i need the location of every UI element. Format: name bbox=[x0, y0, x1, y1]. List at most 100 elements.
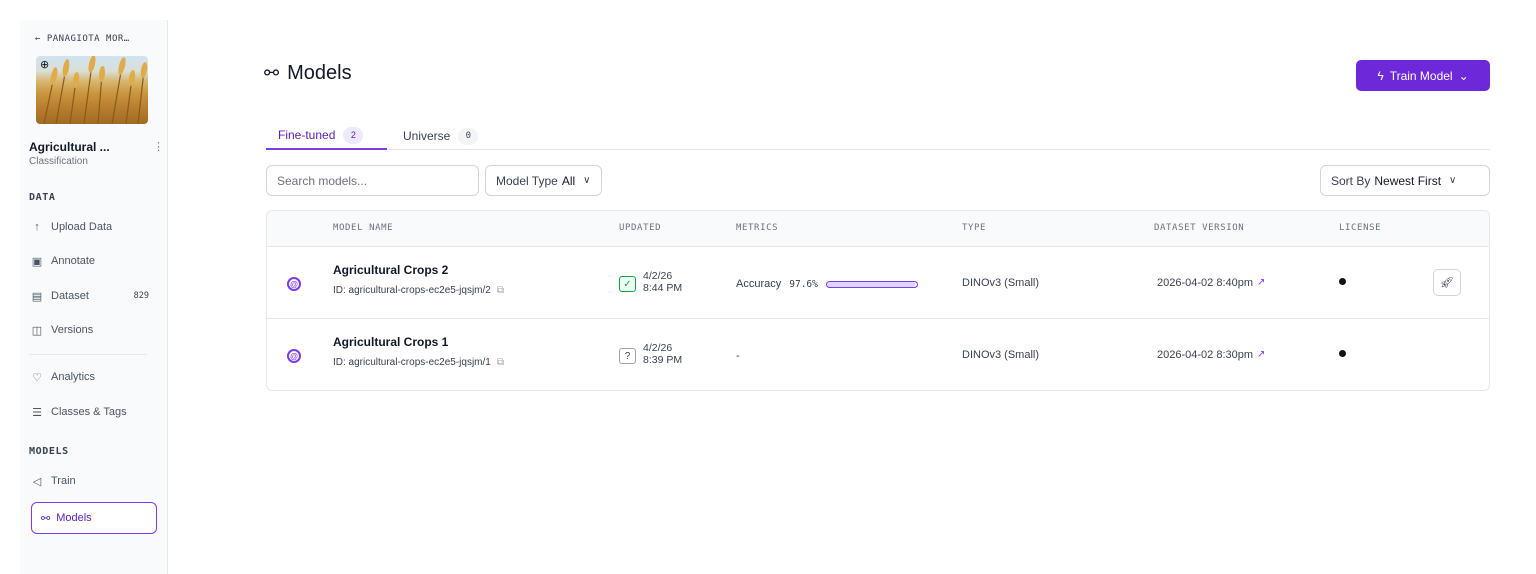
sidebar-divider bbox=[29, 354, 147, 355]
chevron-down-icon: ∨ bbox=[1449, 175, 1457, 186]
sort-select[interactable]: Sort By Newest First ∨ bbox=[1320, 165, 1490, 196]
dataset-count-badge: 829 bbox=[133, 291, 149, 301]
upload-icon: ↑ bbox=[34, 221, 40, 233]
sidebar-item-analytics[interactable]: ♡ Analytics bbox=[29, 366, 149, 388]
license-dot bbox=[1339, 350, 1346, 357]
tab-label: Universe bbox=[403, 129, 451, 143]
wheat-field-image bbox=[43, 56, 148, 124]
train-model-button[interactable]: ϟ Train Model ⌄ bbox=[1356, 60, 1490, 91]
train-model-label: Train Model bbox=[1389, 68, 1453, 83]
sort-label: Sort By bbox=[1331, 173, 1371, 188]
sidebar-item-label: Classes & Tags bbox=[51, 406, 127, 418]
table-header: MODEL NAME UPDATED METRICS TYPE DATASET … bbox=[267, 211, 1489, 247]
model-name[interactable]: Agricultural Crops 1 bbox=[333, 335, 448, 349]
sidebar-item-train[interactable]: ◁ Train bbox=[29, 470, 149, 492]
check-icon: ✓ bbox=[619, 276, 636, 292]
project-type: Classification bbox=[29, 156, 88, 167]
column-header-updated[interactable]: UPDATED bbox=[619, 223, 661, 233]
page-title: ⚯ Models bbox=[264, 62, 352, 85]
sidebar-item-label: Annotate bbox=[51, 255, 96, 267]
table-row[interactable]: @ Agricultural Crops 1 ID: agricultural-… bbox=[267, 319, 1489, 390]
models-icon: ⚯ bbox=[41, 512, 51, 525]
column-header-type[interactable]: TYPE bbox=[962, 223, 986, 233]
model-icon: @ bbox=[287, 349, 301, 363]
train-icon: ◁ bbox=[32, 475, 42, 488]
rocket-icon: 🚀︎ bbox=[1440, 277, 1454, 289]
sidebar-item-label: Versions bbox=[51, 324, 94, 336]
search-input[interactable] bbox=[266, 165, 479, 196]
classes-icon: ☰ bbox=[32, 406, 42, 419]
metric-empty: - bbox=[736, 350, 740, 362]
external-link-icon: ↗ bbox=[1257, 349, 1266, 360]
updated-time: 8:44 PM bbox=[643, 282, 683, 294]
dataset-version-link[interactable]: 2026-04-02 8:30pm ↗ bbox=[1157, 349, 1265, 361]
sidebar-item-label: Analytics bbox=[51, 371, 96, 383]
license-dot bbox=[1339, 278, 1346, 285]
sidebar-item-versions[interactable]: ◫ Versions bbox=[29, 319, 149, 341]
model-id: ID: agricultural-crops-ec2e5-jqsjm/2 ⧉ bbox=[333, 285, 504, 296]
deploy-button[interactable]: 🚀︎ bbox=[1433, 269, 1461, 296]
updated-date: 4/2/26 bbox=[643, 342, 673, 354]
annotate-icon: ▣ bbox=[31, 255, 43, 268]
tab-label: Fine-tuned bbox=[278, 128, 336, 142]
sidebar-item-models[interactable]: ⚯ Models bbox=[31, 502, 157, 534]
copy-icon[interactable]: ⧉ bbox=[497, 357, 504, 368]
sidebar-item-classes-tags[interactable]: ☰ Classes & Tags bbox=[29, 401, 149, 423]
model-name[interactable]: Agricultural Crops 2 bbox=[333, 263, 448, 277]
metric-text: - bbox=[736, 350, 740, 362]
model-type-select[interactable]: Model Type All ∨ bbox=[485, 165, 602, 196]
model-id: ID: agricultural-crops-ec2e5-jqsjm/1 ⧉ bbox=[333, 357, 504, 368]
model-type-value: All bbox=[561, 173, 576, 188]
data-section-heading: DATA bbox=[29, 192, 56, 203]
sort-value: Newest First bbox=[1374, 173, 1442, 188]
metric-progress-fill bbox=[826, 281, 915, 287]
versions-icon: ◫ bbox=[31, 324, 43, 337]
sidebar-item-label: Upload Data bbox=[51, 221, 113, 233]
model-id-text: ID: agricultural-crops-ec2e5-jqsjm/2 bbox=[333, 285, 491, 296]
updated-time: 8:39 PM bbox=[643, 354, 683, 366]
column-header-model-name[interactable]: MODEL NAME bbox=[333, 223, 393, 233]
sidebar-item-label: Models bbox=[56, 512, 92, 524]
table-row[interactable]: @ Agricultural Crops 2 ID: agricultural-… bbox=[267, 247, 1489, 319]
project-menu-icon[interactable]: ⋮ bbox=[153, 140, 164, 153]
model-icon: @ bbox=[287, 277, 301, 291]
sidebar-item-label: Dataset bbox=[51, 290, 89, 302]
updated-timestamp: 4/2/26 8:39 PM bbox=[643, 342, 682, 366]
dataset-version-text: 2026-04-02 8:30pm bbox=[1157, 349, 1254, 361]
models-icon: ⚯ bbox=[264, 63, 280, 83]
models-section-heading: MODELS bbox=[29, 446, 69, 457]
tab-count-badge: 0 bbox=[458, 127, 479, 145]
tab-fine-tuned[interactable]: Fine-tuned 2 bbox=[266, 122, 387, 150]
question-icon: ? bbox=[619, 348, 636, 364]
model-type: DINOv3 (Small) bbox=[962, 277, 1040, 289]
models-table: MODEL NAME UPDATED METRICS TYPE DATASET … bbox=[266, 210, 1490, 391]
copy-icon[interactable]: ⧉ bbox=[497, 285, 504, 296]
project-name: Agricultural ... bbox=[29, 140, 110, 154]
sidebar-item-dataset[interactable]: ▤ Dataset 829 bbox=[29, 285, 149, 307]
analytics-icon: ♡ bbox=[32, 371, 42, 384]
dataset-version-text: 2026-04-02 8:40pm bbox=[1157, 277, 1254, 289]
column-header-metrics[interactable]: METRICS bbox=[736, 223, 778, 233]
external-link-icon: ↗ bbox=[1257, 277, 1266, 288]
updated-timestamp: 4/2/26 8:44 PM bbox=[643, 270, 682, 294]
globe-icon: ⊕ bbox=[40, 59, 50, 71]
back-to-workspace-link[interactable]: ← PANAGIOTA MOR… bbox=[35, 34, 130, 44]
column-header-dataset-version[interactable]: DATASET VERSION bbox=[1154, 223, 1244, 233]
column-header-license[interactable]: LICENSE bbox=[1339, 223, 1381, 233]
chevron-down-icon: ⌄ bbox=[1458, 68, 1469, 83]
metric-name: Accuracy bbox=[736, 278, 782, 290]
tab-universe[interactable]: Universe 0 bbox=[403, 122, 479, 150]
sidebar-item-label: Train bbox=[51, 475, 76, 487]
metric-value: 97.6% bbox=[789, 278, 818, 290]
chevron-down-icon: ∨ bbox=[583, 175, 591, 186]
model-id-text: ID: agricultural-crops-ec2e5-jqsjm/1 bbox=[333, 357, 491, 368]
tab-count-badge: 2 bbox=[343, 126, 364, 144]
sidebar-item-annotate[interactable]: ▣ Annotate bbox=[29, 250, 149, 272]
metric-progress-bar bbox=[825, 280, 918, 288]
dataset-icon: ▤ bbox=[31, 290, 43, 303]
updated-date: 4/2/26 bbox=[643, 270, 673, 282]
sidebar-item-upload-data[interactable]: ↑ Upload Data bbox=[29, 216, 149, 238]
project-sidebar: ← PANAGIOTA MOR… ⊕ Agricultural ... ⋮ Cl… bbox=[20, 20, 168, 574]
dataset-version-link[interactable]: 2026-04-02 8:40pm ↗ bbox=[1157, 277, 1265, 289]
model-type-label: Model Type bbox=[496, 173, 558, 188]
